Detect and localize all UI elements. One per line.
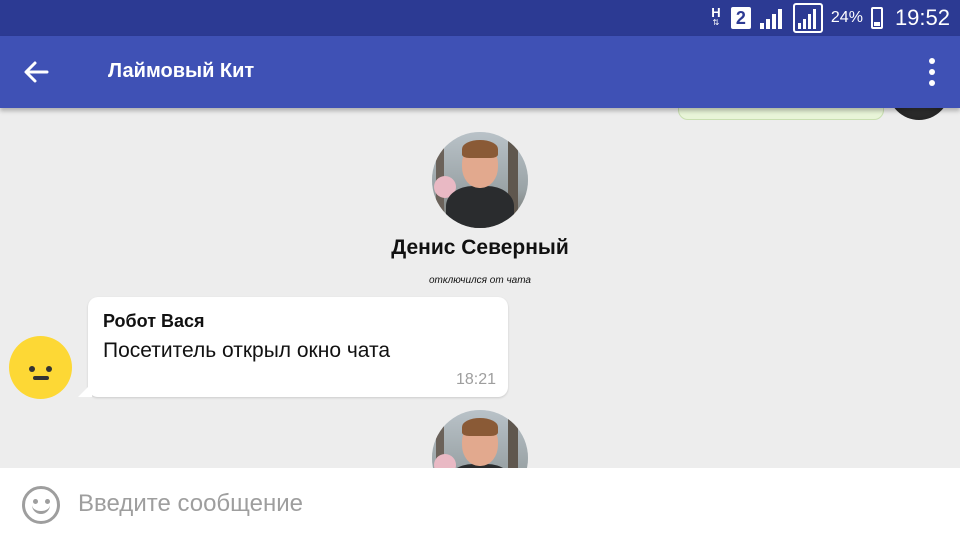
signal-strength-sim2-icon (792, 3, 823, 33)
system-event-status: отключился от чата (428, 275, 531, 286)
chat-history[interactable]: Денис Северный отключился от чата Робот … (0, 108, 960, 468)
clock: 19:52 (894, 5, 950, 30)
incoming-message-bubble[interactable]: Робот Вася Посетитель открыл окно чата 1… (78, 297, 508, 397)
battery-icon (870, 7, 883, 29)
app-bar: Лаймовый Кит (0, 36, 960, 108)
emoji-smile-icon[interactable] (22, 486, 60, 524)
outgoing-message-bubble-partial (678, 108, 884, 120)
back-button[interactable] (14, 50, 58, 94)
more-options-button[interactable] (918, 50, 946, 94)
status-bar: H ⇅ 2 24% 19:52 (0, 0, 960, 36)
sim-slot-badge: 2 (730, 7, 751, 29)
user-photo-avatar[interactable] (432, 132, 528, 228)
network-type-indicator: H ⇅ (711, 5, 721, 27)
more-vertical-icon (929, 58, 935, 64)
status-icons: H ⇅ 2 24% 19:52 (709, 0, 950, 36)
message-text: Посетитель открыл окно чата (103, 339, 391, 362)
user-avatar-partial (888, 108, 950, 120)
message-sender: Робот Вася (103, 311, 205, 331)
signal-strength-icon (759, 9, 782, 29)
battery-percent: 24% (830, 9, 863, 26)
smiley-face-avatar[interactable] (9, 336, 72, 399)
message-composer (0, 468, 960, 540)
user-photo-avatar-partial[interactable] (432, 410, 528, 468)
message-time: 18:21 (455, 371, 496, 388)
chat-title: Лаймовый Кит (108, 60, 255, 82)
message-input[interactable] (78, 482, 938, 526)
arrow-left-icon (24, 61, 49, 83)
system-event-user-name: Денис Северный (391, 236, 569, 259)
